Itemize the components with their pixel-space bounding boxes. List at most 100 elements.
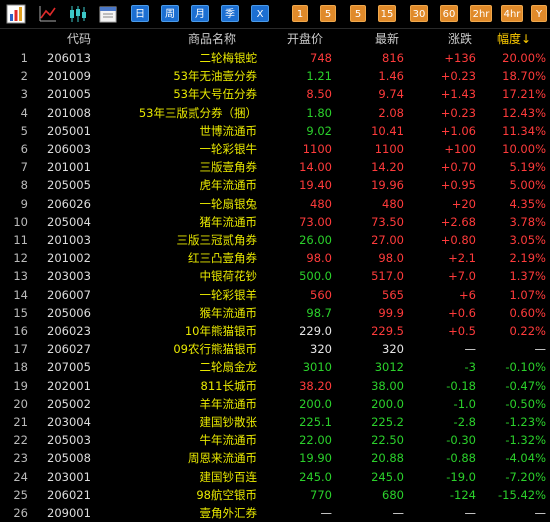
row-name: 建国钞百连 xyxy=(199,469,258,484)
table-row[interactable]: 11 201003 三版三冠贰角券 26.00 27.00 +0.80 3.05% xyxy=(0,231,550,249)
table-row[interactable]: 18 207005 二轮扇金龙 3010 3012 -3 -0.10% xyxy=(0,358,550,376)
row-open: 9.02 xyxy=(306,123,332,138)
row-index: 23 xyxy=(13,451,28,466)
table-row[interactable]: 7 201001 三版壹角券 14.00 14.20 +0.70 5.19% xyxy=(0,158,550,176)
row-index: 11 xyxy=(13,233,28,247)
table-row[interactable]: 5 205001 世博流通币 9.02 10.41 +1.06 11.34% xyxy=(0,122,550,140)
interval-5b-button[interactable]: 5 xyxy=(350,5,366,22)
row-name: 53年无油壹分券 xyxy=(173,69,257,84)
row-percent: 17.21% xyxy=(502,87,546,102)
row-change: +20 xyxy=(451,196,476,211)
period-x-button[interactable]: X xyxy=(251,5,269,22)
interval-4hr-button[interactable]: 4hr xyxy=(501,5,523,22)
header-name[interactable]: 商品名称 xyxy=(188,29,236,49)
table-row[interactable]: 2 201009 53年无油壹分券 1.21 1.46 +0.23 18.70% xyxy=(0,67,550,85)
row-open: 14.00 xyxy=(299,160,332,175)
row-name: 53年三版贰分券（捆） xyxy=(138,105,257,120)
interval-5-button[interactable]: 5 xyxy=(320,5,336,22)
row-index: 3 xyxy=(20,87,28,102)
header-open[interactable]: 开盘价 xyxy=(287,29,323,49)
table-row[interactable]: 22 205003 牛年流通币 22.00 22.50 -0.30 -1.32% xyxy=(0,431,550,449)
row-code: 205004 xyxy=(47,214,91,229)
table-row[interactable]: 3 201005 53年大号伍分券 8.50 9.74 +1.43 17.21% xyxy=(0,85,550,103)
row-name: 中银荷花钞 xyxy=(199,269,258,284)
header-change[interactable]: 涨跌 xyxy=(448,29,472,49)
period-week-button[interactable]: 周 xyxy=(161,5,179,22)
interval-1-button[interactable]: 1 xyxy=(292,5,308,22)
table-row[interactable]: 23 205008 周恩来流通币 19.90 20.88 -0.88 -4.04% xyxy=(0,449,550,467)
table-row[interactable]: 6 206003 一轮彩银牛 1100 1100 +100 10.00% xyxy=(0,140,550,158)
quote-table: 代码 商品名称 开盘价 最新 涨跌 幅度↓ 1 206013 二轮梅银蛇 748 816… xyxy=(0,28,550,520)
row-change: -0.18 xyxy=(446,378,476,393)
row-percent: 11.34% xyxy=(502,123,546,138)
row-open: 480 xyxy=(310,196,332,211)
row-last: 3012 xyxy=(374,360,404,375)
period-day-button[interactable]: 日 xyxy=(131,5,149,22)
row-index: 26 xyxy=(13,506,28,520)
row-open: 98.0 xyxy=(306,251,332,266)
row-change: +136 xyxy=(444,51,476,65)
row-name: 一轮彩银羊 xyxy=(199,287,258,302)
row-code: 201002 xyxy=(47,251,91,266)
row-last: 1100 xyxy=(374,142,404,156)
table-row[interactable]: 26 209001 壹角外汇券 — — — — xyxy=(0,504,550,522)
row-percent: 12.43% xyxy=(502,105,546,120)
interval-y-button[interactable]: Y xyxy=(531,5,547,22)
period-quarter-button[interactable]: 季 xyxy=(221,5,239,22)
row-percent: -15.42% xyxy=(498,487,546,502)
row-last: 225.2 xyxy=(371,415,404,429)
row-change: -19.0 xyxy=(446,469,476,484)
table-row[interactable]: 9 206026 一轮扇银兔 480 480 +20 4.35% xyxy=(0,195,550,213)
row-open: 26.00 xyxy=(299,233,332,247)
interval-30-button[interactable]: 30 xyxy=(410,5,428,22)
candlestick-icon[interactable] xyxy=(68,4,88,24)
header-percent-sorted[interactable]: 幅度↓ xyxy=(497,29,531,49)
table-row[interactable]: 4 201008 53年三版贰分券（捆） 1.80 2.08 +0.23 12.43% xyxy=(0,104,550,122)
row-last: 9.74 xyxy=(378,87,404,102)
row-name: 09农行熊猫银币 xyxy=(173,342,257,357)
table-row[interactable]: 21 203004 建国钞散张 225.1 225.2 -2.8 -1.23% xyxy=(0,413,550,431)
row-open: 22.00 xyxy=(299,433,332,448)
interval-60-button[interactable]: 60 xyxy=(440,5,458,22)
row-code: 206023 xyxy=(47,324,91,338)
table-row[interactable]: 13 203003 中银荷花钞 500.0 517.0 +7.0 1.37% xyxy=(0,267,550,285)
table-row[interactable]: 10 205004 猪年流通币 73.00 73.50 +2.68 3.78% xyxy=(0,213,550,231)
row-code: 205006 xyxy=(47,305,91,320)
period-month-button[interactable]: 月 xyxy=(191,5,209,22)
row-last: — xyxy=(392,506,405,520)
table-row[interactable]: 12 201002 红三凸壹角券 98.0 98.0 +2.1 2.19% xyxy=(0,249,550,267)
row-code: 206027 xyxy=(47,342,91,357)
row-index: 13 xyxy=(13,269,28,284)
row-index: 8 xyxy=(20,178,28,193)
row-code: 205005 xyxy=(47,178,91,193)
row-code: 202001 xyxy=(47,378,91,393)
interval-15-button[interactable]: 15 xyxy=(378,5,396,22)
line-chart-icon[interactable] xyxy=(38,4,58,24)
table-row[interactable]: 16 206023 10年熊猫银币 229.0 229.5 +0.5 0.22% xyxy=(0,322,550,340)
row-index: 20 xyxy=(13,396,28,411)
table-row[interactable]: 24 203001 建国钞百连 245.0 245.0 -19.0 -7.20% xyxy=(0,468,550,486)
table-row[interactable]: 20 205002 羊年流通币 200.0 200.0 -1.0 -0.50% xyxy=(0,395,550,413)
row-index: 1 xyxy=(20,51,28,65)
table-row[interactable]: 25 206021 98航空银币 770 680 -124 -15.42% xyxy=(0,486,550,504)
table-row[interactable]: 1 206013 二轮梅银蛇 748 816 +136 20.00% xyxy=(0,49,550,67)
row-code: 205001 xyxy=(47,123,91,138)
interval-2hr-button[interactable]: 2hr xyxy=(470,5,492,22)
calendar-icon[interactable] xyxy=(98,4,118,24)
header-last[interactable]: 最新 xyxy=(375,29,399,49)
row-percent: -1.23% xyxy=(505,415,546,429)
row-percent: -0.10% xyxy=(505,360,546,375)
row-open: 98.7 xyxy=(306,305,332,320)
table-row[interactable]: 14 206007 一轮彩银羊 560 565 +6 1.07% xyxy=(0,286,550,304)
row-name: 一轮彩银牛 xyxy=(199,142,258,156)
row-name: 牛年流通币 xyxy=(199,433,258,448)
header-code[interactable]: 代码 xyxy=(67,29,91,49)
table-row[interactable]: 19 202001 811长城币 38.20 38.00 -0.18 -0.47% xyxy=(0,377,550,395)
row-index: 6 xyxy=(20,142,28,156)
bar-chart-icon[interactable] xyxy=(6,4,26,24)
row-open: 1.21 xyxy=(306,69,332,84)
row-index: 17 xyxy=(13,342,28,357)
table-row[interactable]: 17 206027 09农行熊猫银币 320 320 — — xyxy=(0,340,550,358)
table-row[interactable]: 15 205006 猴年流通币 98.7 99.9 +0.6 0.60% xyxy=(0,304,550,322)
table-row[interactable]: 8 205005 虎年流通币 19.40 19.96 +0.95 5.00% xyxy=(0,176,550,194)
